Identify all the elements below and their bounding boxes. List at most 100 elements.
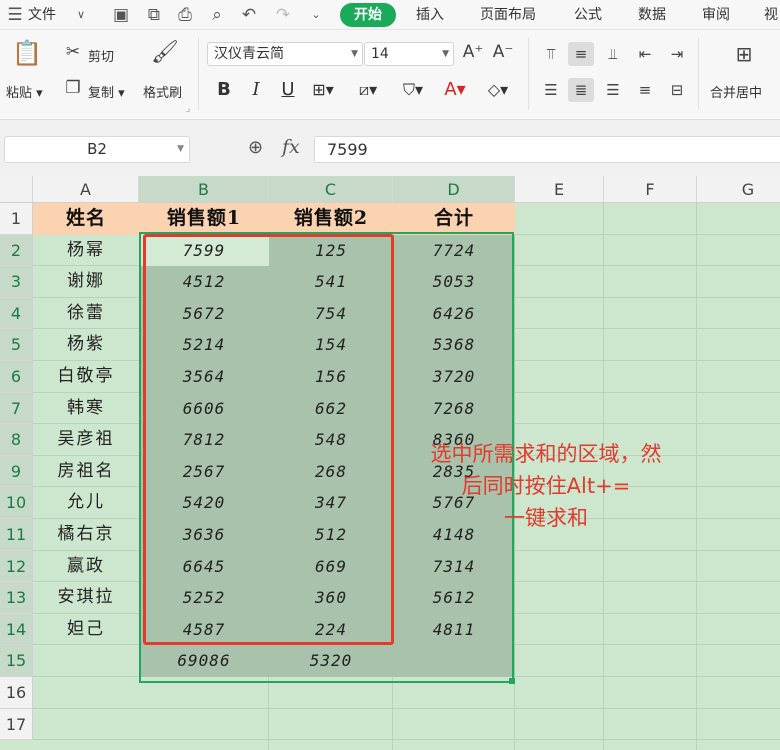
name-cell[interactable]: 橘右京: [33, 519, 139, 551]
align-middle-icon[interactable]: ≡: [568, 42, 594, 66]
tab-formulas[interactable]: 公式: [574, 5, 602, 25]
name-cell[interactable]: 白敬亭: [33, 361, 139, 393]
row-header-6[interactable]: 6: [0, 361, 33, 393]
row-header-12[interactable]: 12: [0, 550, 33, 583]
tab-insert[interactable]: 插入: [416, 5, 444, 25]
row-header-2[interactable]: 2: [0, 234, 33, 267]
name-cell[interactable]: 房祖名: [33, 456, 139, 488]
quick-access-dropdown-icon[interactable]: ⌄: [305, 4, 327, 26]
row-header-8[interactable]: 8: [0, 424, 33, 456]
row-header-15[interactable]: 15: [0, 645, 33, 677]
fx-icon[interactable]: fx: [282, 136, 300, 158]
fill-color-icon[interactable]: ⛉▾: [395, 78, 431, 102]
name-cell[interactable]: 杨紫: [33, 329, 139, 361]
tab-review[interactable]: 审阅: [702, 5, 730, 25]
column-header-b[interactable]: B: [139, 176, 269, 203]
increase-indent-icon[interactable]: ⇥: [664, 42, 690, 66]
align-top-icon[interactable]: ⫪: [538, 42, 564, 66]
decrease-indent-icon[interactable]: ⇤: [632, 42, 658, 66]
fill-handle[interactable]: [509, 678, 515, 684]
font-name-select[interactable]: 汉仪青云简 ▼: [207, 42, 363, 66]
redo-icon[interactable]: ↷: [272, 4, 294, 26]
select-all-corner[interactable]: [0, 176, 33, 203]
format-painter-button[interactable]: 格式刷: [143, 82, 182, 101]
copy-icon[interactable]: ❐: [62, 78, 84, 98]
row-header-17[interactable]: 17: [0, 708, 33, 741]
justify-icon[interactable]: ≡: [632, 78, 658, 102]
print-icon[interactable]: ⎙: [174, 4, 196, 26]
undo-icon[interactable]: ↶: [238, 4, 260, 26]
name-cell[interactable]: 杨幂: [33, 235, 139, 267]
scissors-icon[interactable]: ✂: [62, 42, 84, 62]
name-cell[interactable]: 谢娜: [33, 266, 139, 298]
row-header-4[interactable]: 4: [0, 297, 33, 330]
name-cell[interactable]: 妲己: [33, 614, 139, 646]
header-cell[interactable]: 姓名: [33, 203, 139, 235]
underline-icon[interactable]: U: [276, 78, 300, 102]
align-left-icon[interactable]: ☰: [538, 78, 564, 102]
chevron-down-icon[interactable]: ∨: [70, 4, 92, 26]
name-box[interactable]: B2 ▼: [4, 136, 190, 163]
chevron-down-icon: ▼: [351, 49, 358, 59]
merge-center-button[interactable]: 合并居中: [710, 82, 762, 101]
hamburger-menu-icon[interactable]: ☰: [4, 4, 26, 26]
header-cell[interactable]: 销售额2: [269, 203, 393, 235]
name-cell[interactable]: 徐蕾: [33, 298, 139, 330]
italic-icon[interactable]: I: [244, 78, 268, 102]
align-center-icon[interactable]: ≣: [568, 78, 594, 102]
column-header-g[interactable]: G: [697, 176, 780, 203]
save-icon[interactable]: ▣: [110, 4, 132, 26]
align-right-icon[interactable]: ☰: [600, 78, 626, 102]
zoom-icon[interactable]: ⊕: [248, 137, 263, 158]
column-header-c[interactable]: C: [269, 176, 393, 203]
clear-format-icon[interactable]: ◇▾: [480, 78, 516, 102]
cut-button[interactable]: 剪切: [88, 46, 114, 65]
tab-start[interactable]: 开始: [340, 3, 396, 27]
row-header-1[interactable]: 1: [0, 203, 33, 235]
name-cell[interactable]: 韩寒: [33, 393, 139, 425]
column-header-a[interactable]: A: [33, 176, 139, 203]
name-cell[interactable]: 吴彦祖: [33, 424, 139, 456]
row-header-13[interactable]: 13: [0, 582, 33, 614]
file-menu[interactable]: 文件: [28, 5, 56, 25]
cell-style-icon[interactable]: ⧄▾: [350, 78, 386, 102]
align-bottom-icon[interactable]: ⫫: [600, 42, 626, 66]
copy-button[interactable]: 复制 ▾: [88, 82, 125, 101]
row-header-16[interactable]: 16: [0, 677, 33, 709]
export-pdf-icon[interactable]: ⧉: [143, 4, 165, 26]
column-header-e[interactable]: E: [515, 176, 604, 203]
row-header-3[interactable]: 3: [0, 266, 33, 298]
dialog-launcher-icon[interactable]: ⌟: [186, 104, 190, 114]
row-header-7[interactable]: 7: [0, 392, 33, 425]
tab-view[interactable]: 视: [764, 5, 778, 25]
format-painter-icon[interactable]: 🖌: [150, 38, 180, 68]
increase-font-icon[interactable]: A⁺: [460, 42, 486, 62]
row-header-9[interactable]: 9: [0, 455, 33, 488]
distributed-align-icon[interactable]: ⊟: [664, 78, 690, 102]
header-cell[interactable]: 销售额1: [139, 203, 269, 235]
formula-input[interactable]: 7599: [314, 136, 780, 163]
font-color-icon[interactable]: A▾: [438, 78, 472, 102]
font-size-select[interactable]: 14 ▼: [364, 42, 454, 66]
tab-page-layout[interactable]: 页面布局: [480, 5, 536, 25]
border-icon[interactable]: ⊞▾: [306, 78, 340, 102]
name-cell[interactable]: 允儿: [33, 487, 139, 519]
annotation-line-2: 后同时按住Alt+=: [461, 474, 631, 498]
tab-data[interactable]: 数据: [638, 5, 666, 25]
paste-button[interactable]: 粘贴 ▾: [6, 82, 43, 101]
row-header-10[interactable]: 10: [0, 487, 33, 519]
name-cell[interactable]: 嬴政: [33, 551, 139, 583]
decrease-font-icon[interactable]: A⁻: [490, 42, 516, 62]
merge-cells-icon[interactable]: ⊞: [728, 42, 760, 66]
column-header-f[interactable]: F: [604, 176, 697, 203]
column-header-d[interactable]: D: [393, 176, 515, 203]
name-cell[interactable]: 安琪拉: [33, 582, 139, 614]
row-header-5[interactable]: 5: [0, 329, 33, 361]
print-preview-icon[interactable]: ⌕: [206, 4, 228, 26]
row-header-14[interactable]: 14: [0, 613, 33, 646]
bold-icon[interactable]: B: [212, 78, 236, 102]
header-cell[interactable]: 合计: [393, 203, 515, 235]
font-name-value: 汉仪青云简: [214, 46, 284, 62]
paste-icon[interactable]: 📋: [12, 38, 42, 68]
row-header-11[interactable]: 11: [0, 519, 33, 551]
